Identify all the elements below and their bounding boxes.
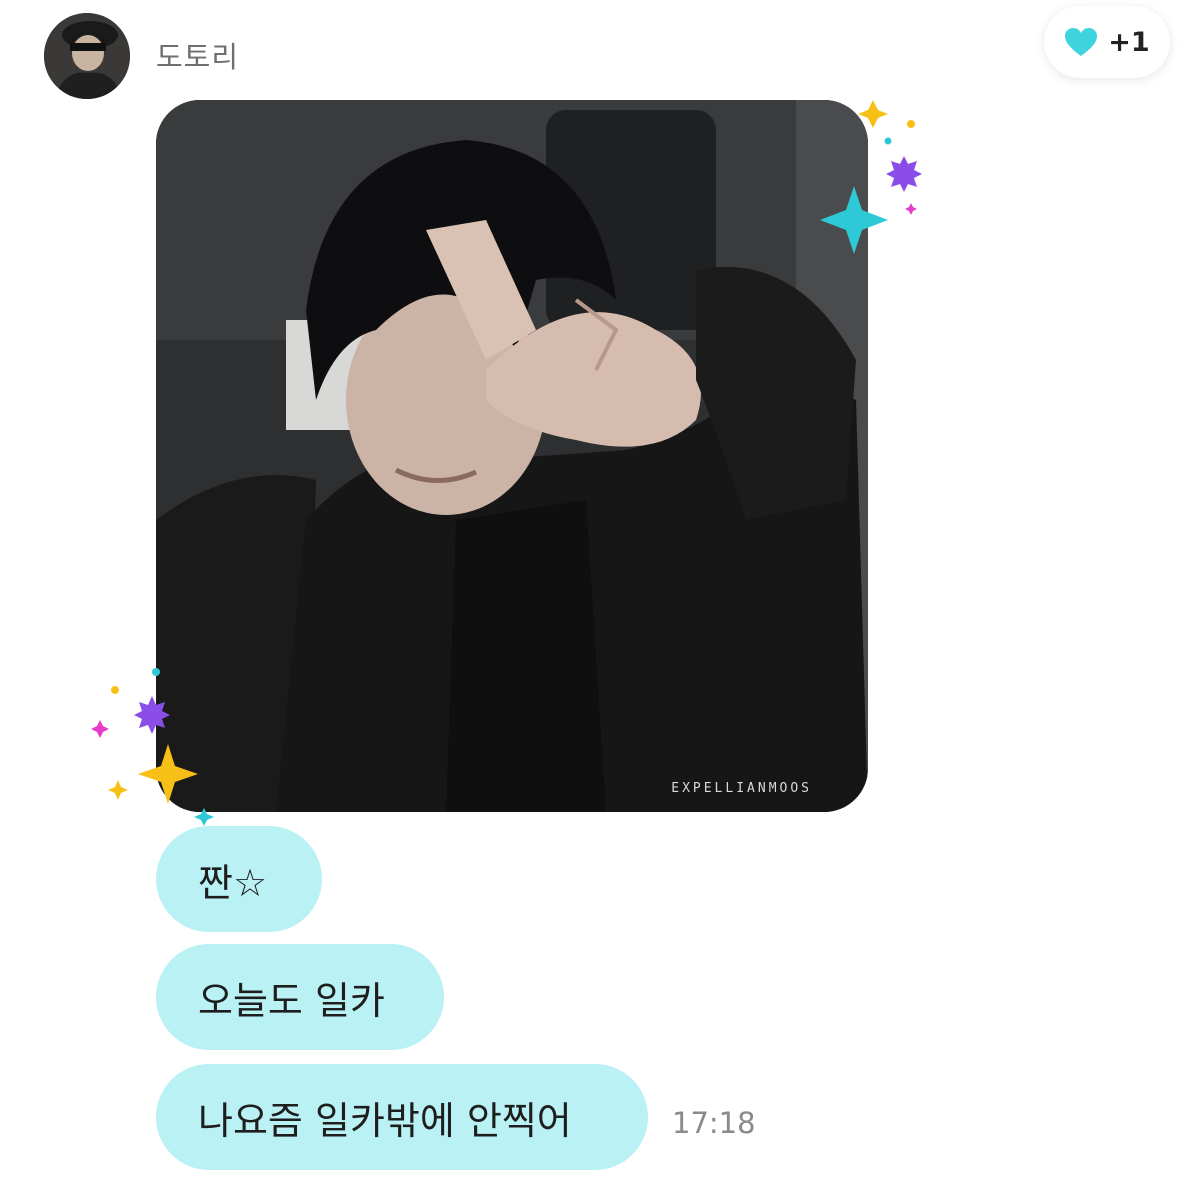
sender-name: 도토리 <box>156 40 240 74</box>
heart-icon <box>1065 28 1098 56</box>
message-timestamp: 17:18 <box>672 1106 756 1140</box>
reaction-button[interactable]: +1 <box>1044 6 1170 78</box>
dot-icon <box>907 120 915 128</box>
reaction-count: +1 <box>1108 26 1150 58</box>
watermark-text: EXPELLIANMOOS <box>671 781 812 796</box>
sparkle-icon <box>108 780 128 800</box>
sender-avatar[interactable] <box>44 13 130 99</box>
message-bubble[interactable]: 오늘도 일카 <box>156 944 444 1050</box>
profile-photo <box>44 13 130 99</box>
selfie-image <box>156 100 868 812</box>
photo-message[interactable]: EXPELLIANMOOS <box>156 100 868 812</box>
message-bubble[interactable]: 짠☆ <box>156 826 322 932</box>
message-bubble[interactable]: 나요즘 일카밖에 안찍어 <box>156 1064 648 1170</box>
sparkle-icon <box>91 720 109 738</box>
dot-icon <box>111 686 119 694</box>
dot-icon <box>884 137 892 145</box>
burst-icon <box>886 156 922 192</box>
sparkle-icon <box>905 203 917 215</box>
